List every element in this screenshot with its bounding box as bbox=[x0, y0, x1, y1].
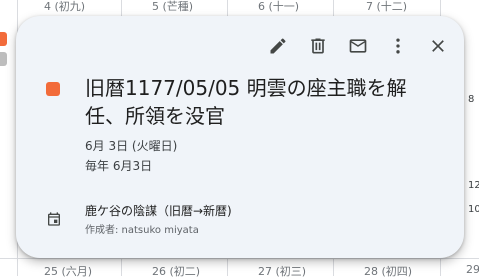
edit-icon bbox=[270, 38, 286, 54]
event-title: 旧暦1177/05/05 明雲の座主職を解任、所領を没官 bbox=[85, 76, 407, 128]
edit-button[interactable] bbox=[266, 34, 290, 58]
more-options-button[interactable] bbox=[386, 34, 410, 58]
email-guests-button[interactable] bbox=[346, 34, 370, 58]
event-chip-edge[interactable] bbox=[0, 52, 7, 66]
edge-label: 8 bbox=[468, 94, 475, 105]
event-date: 6月 3日 (火曜日) bbox=[85, 139, 178, 153]
more-options-icon bbox=[396, 38, 400, 54]
day-number[interactable]: 7 (十二) bbox=[366, 0, 407, 14]
day-number[interactable]: 29 bbox=[466, 263, 479, 276]
day-number[interactable]: 4 (初九) bbox=[44, 0, 85, 14]
day-number[interactable]: 28 (初四) bbox=[364, 263, 412, 279]
popup-toolbar bbox=[266, 34, 450, 58]
event-chip-edge[interactable] bbox=[0, 32, 7, 46]
day-number[interactable]: 25 (六月) bbox=[44, 263, 92, 279]
delete-icon bbox=[311, 38, 325, 54]
email-icon bbox=[349, 39, 367, 53]
delete-button[interactable] bbox=[306, 34, 330, 58]
edge-label: 12 bbox=[468, 180, 479, 191]
day-number[interactable]: 5 (芒種) bbox=[152, 0, 193, 14]
grid-line bbox=[0, 258, 479, 259]
close-button[interactable] bbox=[426, 34, 450, 58]
calendar-name: 鹿ケ谷の陰謀（旧暦→新暦) bbox=[85, 204, 232, 218]
day-number[interactable]: 26 (初二) bbox=[152, 263, 200, 279]
day-number[interactable]: 27 (初三) bbox=[258, 263, 306, 279]
event-color-indicator bbox=[46, 82, 60, 96]
edge-label: 10: bbox=[468, 204, 479, 215]
event-creator: 作成者: natsuko miyata bbox=[85, 225, 199, 236]
day-number[interactable]: 6 (十一) bbox=[258, 0, 299, 14]
close-icon bbox=[432, 40, 444, 52]
event-detail-popup: 旧暦1177/05/05 明雲の座主職を解任、所領を没官 6月 3日 (火曜日)… bbox=[16, 16, 464, 258]
event-recurrence: 毎年 6月3日 bbox=[85, 159, 153, 173]
calendar-icon bbox=[46, 211, 62, 227]
